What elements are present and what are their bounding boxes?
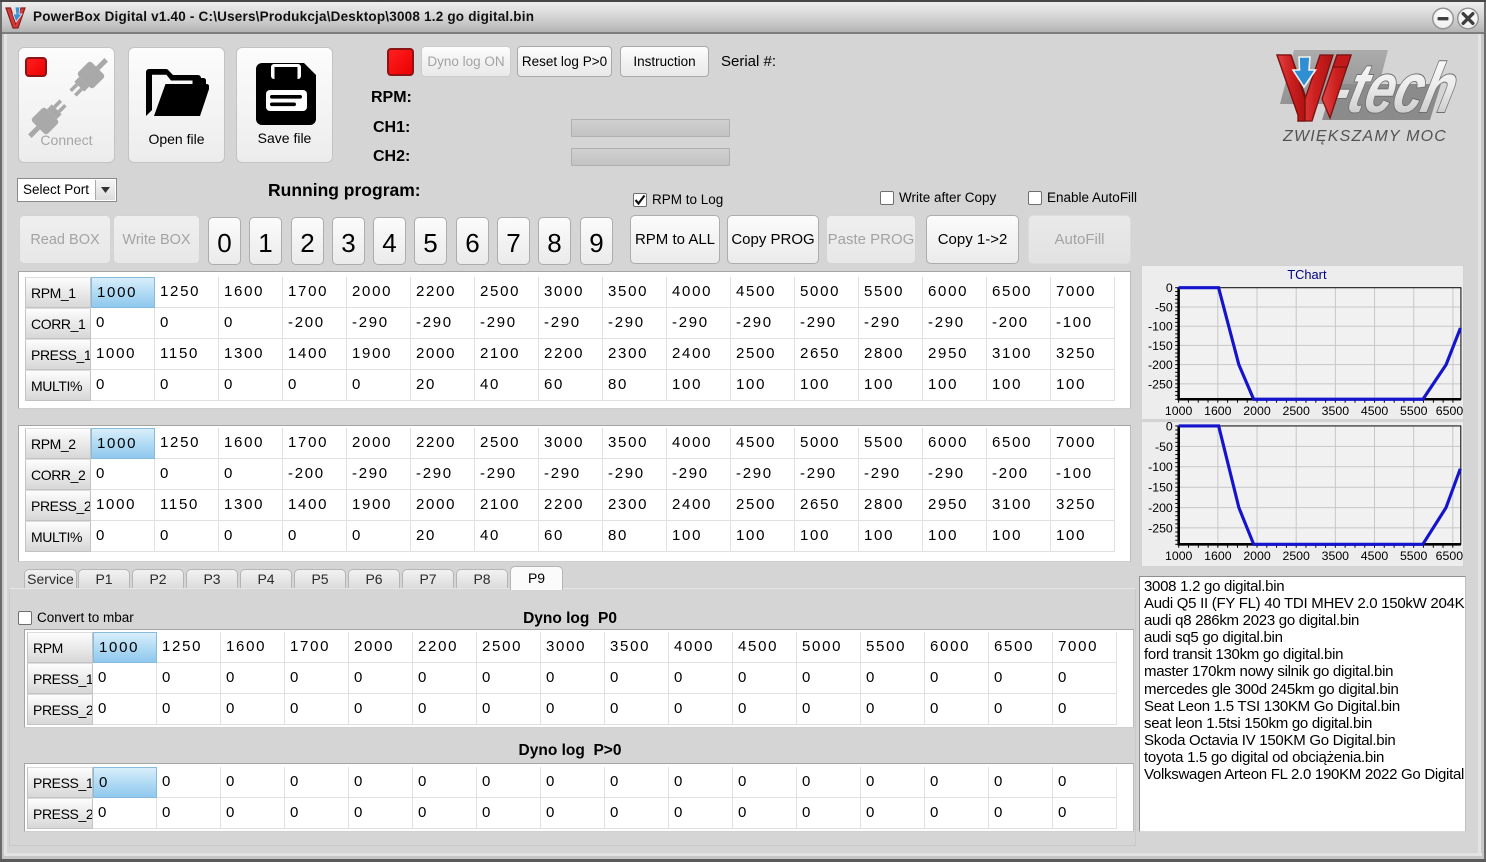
svg-text:4500: 4500 (1361, 549, 1389, 563)
svg-text:0: 0 (1166, 421, 1173, 433)
svg-text:1600: 1600 (1204, 404, 1232, 418)
svg-text:-200: -200 (1148, 501, 1173, 515)
svg-text:2000: 2000 (1243, 549, 1271, 563)
svg-text:-250: -250 (1148, 521, 1173, 535)
svg-text:-200: -200 (1148, 358, 1173, 372)
svg-text:2500: 2500 (1282, 404, 1310, 418)
svg-text:5500: 5500 (1400, 549, 1428, 563)
svg-text:2000: 2000 (1243, 404, 1271, 418)
svg-text:TChart: TChart (1287, 267, 1327, 282)
svg-text:0: 0 (1166, 281, 1173, 295)
svg-text:1000: 1000 (1165, 549, 1193, 563)
svg-text:ZWIĘKSZAMY MOC: ZWIĘKSZAMY MOC (1282, 128, 1447, 145)
svg-text:-100: -100 (1148, 460, 1173, 474)
svg-text:-250: -250 (1148, 377, 1173, 391)
svg-text:6500: 6500 (1436, 404, 1464, 418)
svg-text:4500: 4500 (1361, 404, 1389, 418)
svg-text:2500: 2500 (1282, 549, 1310, 563)
svg-text:6500: 6500 (1436, 549, 1464, 563)
svg-text:3500: 3500 (1322, 549, 1350, 563)
svg-text:-50: -50 (1155, 440, 1173, 454)
svg-text:-150: -150 (1148, 481, 1173, 495)
svg-text:3500: 3500 (1322, 404, 1350, 418)
svg-text:-50: -50 (1155, 300, 1173, 314)
svg-text:1000: 1000 (1165, 404, 1193, 418)
svg-text:-150: -150 (1148, 339, 1173, 353)
svg-text:-100: -100 (1148, 320, 1173, 334)
svg-text:1600: 1600 (1204, 549, 1232, 563)
svg-text:5500: 5500 (1400, 404, 1428, 418)
